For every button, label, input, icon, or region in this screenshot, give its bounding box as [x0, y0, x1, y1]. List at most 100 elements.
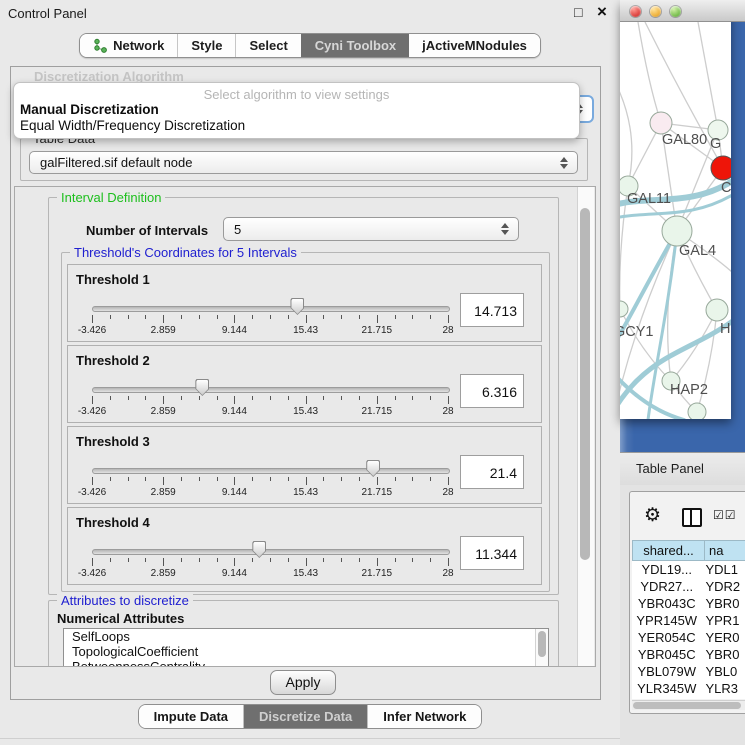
numerical-attributes-list[interactable]: SelfLoopsTopologicalCoefficientBetweenne… [63, 628, 549, 667]
select-columns-checkboxes-icon[interactable]: ☑☑ [713, 508, 737, 522]
tab-cyni-toolbox[interactable]: Cyni Toolbox [301, 34, 409, 57]
slider-tick [359, 396, 360, 400]
slider-tick [288, 396, 289, 400]
table-cell-shared-name: YBL079W [632, 663, 701, 680]
table-panel-area: ⚙ ☑☑ shared...na YDL19...YDL1YDR27...YDR… [620, 485, 745, 745]
slider-tick [181, 315, 182, 319]
slider-tick [412, 477, 413, 481]
attribute-list-item[interactable]: TopologicalCoefficient [64, 644, 548, 659]
threshold-slider-thumb[interactable] [290, 298, 304, 315]
slider-tick-label: 2.859 [133, 487, 193, 498]
threshold-value-field[interactable]: 11.344 [460, 536, 524, 570]
threshold-slider-thumb[interactable] [366, 460, 380, 477]
slider-tick-label: 9.144 [204, 487, 264, 498]
close-window-icon[interactable]: × [597, 2, 607, 22]
threshold-value-field[interactable]: 14.713 [460, 293, 524, 327]
slider-tick [252, 315, 253, 319]
network-graph[interactable]: GAL80GCGAL11GAL4GCY1HHAP2 [620, 22, 731, 419]
table-hscrollbar-thumb[interactable] [633, 702, 741, 709]
slider-tick [359, 315, 360, 319]
tab-jactivemnodules[interactable]: jActiveMNodules [409, 34, 540, 57]
table-horizontal-scrollbar[interactable] [632, 700, 745, 710]
popup-hint-item[interactable]: Select algorithm to view settings [14, 87, 579, 102]
table-data-combobox[interactable]: galFiltered.sif default node [29, 151, 578, 174]
slider-tick [448, 477, 449, 485]
table-row[interactable]: YDL19...YDL1 [632, 561, 745, 578]
slider-tick-label: 2.859 [133, 568, 193, 579]
bottom-tab-discretize-data[interactable]: Discretize Data [243, 705, 367, 728]
slider-tick [252, 477, 253, 481]
combo-stepper-icon[interactable] [560, 157, 568, 169]
popup-option[interactable]: Equal Width/Frequency Discretization [20, 118, 245, 133]
apply-button[interactable]: Apply [270, 670, 336, 695]
slider-tick [377, 315, 378, 323]
slider-tick [199, 477, 200, 481]
table-header-cell[interactable]: shared... [632, 540, 705, 561]
table-row[interactable]: YDR27...YDR2 [632, 578, 745, 595]
network-node-label: G [710, 136, 721, 152]
slider-tick [92, 477, 93, 485]
table-row[interactable]: YBL079WYBL0 [632, 663, 745, 680]
table-row[interactable]: YER054CYER0 [632, 629, 745, 646]
tab-label: Network [113, 38, 164, 53]
table-cell-name: YBL0 [701, 663, 745, 680]
threshold-value-field[interactable]: 21.4 [460, 455, 524, 489]
table-row[interactable]: YBR045CYBR0 [632, 646, 745, 663]
panel-scrollbar[interactable] [577, 187, 594, 666]
attribute-list-item[interactable]: SelfLoops [64, 629, 548, 644]
table-cell-name: YBR0 [701, 595, 745, 612]
list-scrollbar-thumb[interactable] [538, 631, 546, 657]
network-node-partial[interactable] [688, 403, 706, 419]
popup-option[interactable]: Manual Discretization [20, 102, 159, 117]
float-window-icon[interactable]: □ [574, 4, 582, 20]
network-window-titlebar[interactable] [620, 0, 731, 22]
network-node-gcy1[interactable] [620, 301, 628, 317]
threshold-slider-track[interactable] [92, 468, 450, 474]
network-node-c[interactable] [711, 156, 731, 180]
table-cell-name: YBR0 [701, 646, 745, 663]
bottom-tab-impute-data[interactable]: Impute Data [139, 705, 243, 728]
table-row[interactable]: YPR145WYPR1 [632, 612, 745, 629]
table-header-cell[interactable]: na [705, 540, 745, 561]
minimize-traffic-light-icon[interactable] [650, 6, 661, 17]
threshold-slider-thumb[interactable] [252, 541, 266, 558]
bottom-tab-infer-network[interactable]: Infer Network [367, 705, 481, 728]
threshold-value-field[interactable]: 6.316 [460, 374, 524, 408]
number-of-intervals-spinner[interactable]: 5 [223, 217, 519, 241]
spinner-stepper-icon[interactable] [501, 223, 509, 235]
zoom-traffic-light-icon[interactable] [670, 6, 681, 17]
threshold-slider-track[interactable] [92, 549, 450, 555]
threshold-label: Threshold 3 [76, 434, 150, 449]
close-traffic-light-icon[interactable] [630, 6, 641, 17]
threshold-slider-track[interactable] [92, 306, 450, 312]
threshold-slider-track[interactable] [92, 387, 450, 393]
tab-style[interactable]: Style [177, 34, 235, 57]
table-row[interactable]: YLR345WYLR3 [632, 680, 745, 697]
network-node-gal4[interactable] [662, 216, 692, 246]
gear-icon[interactable]: ⚙ [644, 504, 661, 527]
attribute-list-item[interactable]: BetweennessCentrality [64, 659, 548, 667]
table-row[interactable]: YIL052CYIL0 [632, 697, 745, 699]
table-row[interactable]: YBR043CYBR0 [632, 595, 745, 612]
tab-select[interactable]: Select [235, 34, 300, 57]
network-canvas[interactable]: GAL80GCGAL11GAL4GCY1HHAP2 [620, 22, 731, 419]
network-node-h[interactable] [706, 299, 728, 321]
slider-tick [306, 315, 307, 323]
tab-network[interactable]: Network [80, 34, 177, 57]
panel-scrollbar-thumb[interactable] [580, 208, 590, 560]
slider-tick [234, 558, 235, 566]
slider-tick [430, 315, 431, 319]
slider-tick-label: 21.715 [347, 325, 407, 336]
slider-tick [306, 477, 307, 485]
slider-tick [110, 558, 111, 562]
slider-tick-label: 15.43 [276, 406, 336, 417]
list-scrollbar[interactable] [535, 629, 548, 667]
threshold-panel-2: Threshold 2-3.4262.8599.14415.4321.71528… [67, 345, 542, 423]
network-node-gal80[interactable] [650, 112, 672, 134]
slider-tick [270, 558, 271, 562]
slider-tick [288, 558, 289, 562]
threshold-panel-3: Threshold 3-3.4262.8599.14415.4321.71528… [67, 426, 542, 504]
split-columns-icon[interactable] [682, 508, 702, 527]
slider-tick [181, 396, 182, 400]
threshold-slider-thumb[interactable] [195, 379, 209, 396]
